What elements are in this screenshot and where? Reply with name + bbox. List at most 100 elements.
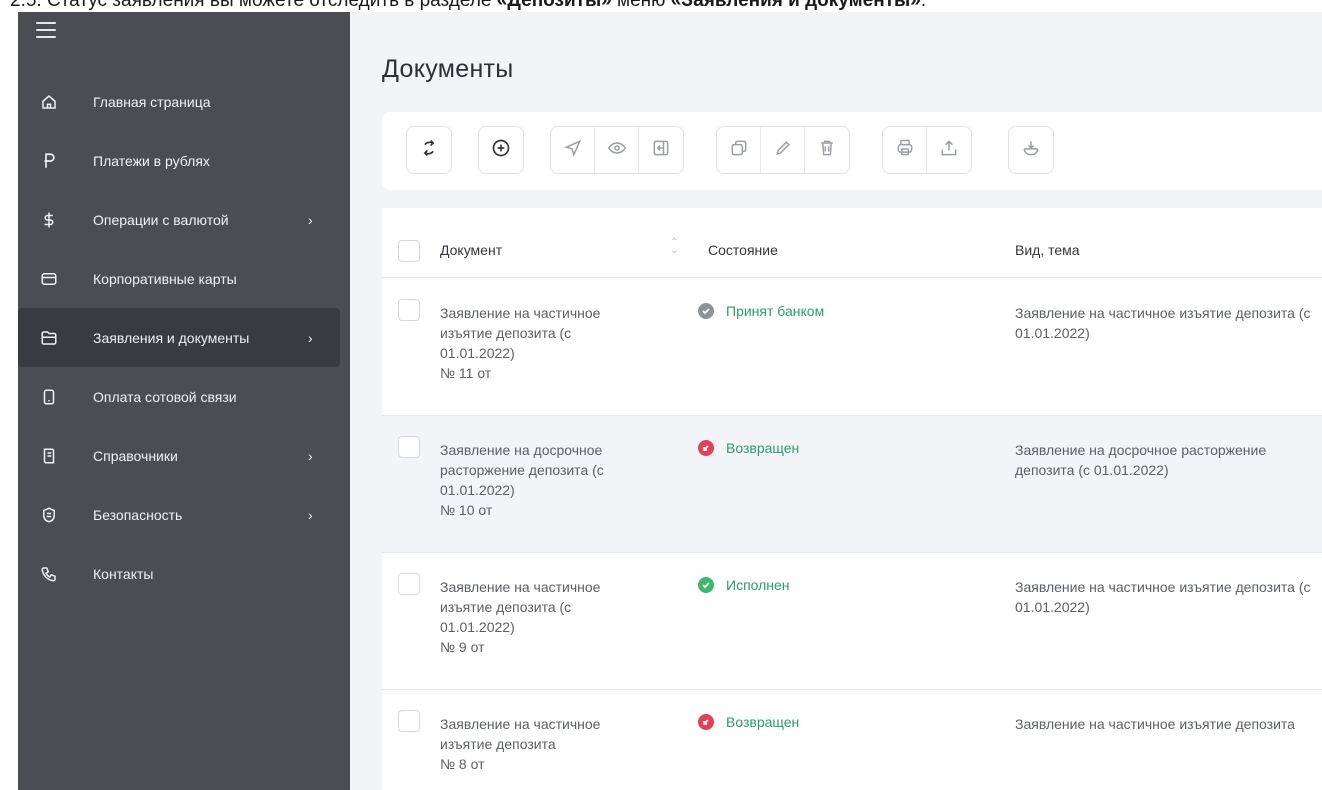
returned-icon <box>698 714 714 730</box>
sidebar-item-directories[interactable]: Справочники › <box>18 426 350 485</box>
document-cell: Заявление на частичное изъятие депозита … <box>440 577 680 657</box>
status-cell: Возвращен <box>698 714 799 730</box>
instruction-menu: «Заявления и документы» <box>671 0 921 10</box>
sidebar-item-contacts[interactable]: Контакты <box>18 544 350 603</box>
table-row[interactable]: Заявление на частичное изъятие депозита … <box>382 690 1322 790</box>
row-checkbox[interactable] <box>398 299 420 321</box>
select-all-checkbox[interactable] <box>398 240 420 262</box>
sidebar-item-currency[interactable]: Операции с валютой › <box>18 190 350 249</box>
table-row[interactable]: Заявление на досрочное расторжение депоз… <box>382 416 1322 553</box>
contact-phone-icon <box>40 565 58 583</box>
sidebar: Главная страница Платежи в рублях Операц… <box>18 12 350 790</box>
status-text: Возвращен <box>726 714 800 730</box>
sort-icon[interactable]: ⌃ ⌄ <box>670 238 678 256</box>
view-button[interactable] <box>595 127 639 173</box>
menu-icon[interactable] <box>36 22 56 40</box>
edit-button[interactable] <box>761 127 805 173</box>
document-line: 01.01.2022) <box>440 345 515 361</box>
add-button[interactable] <box>479 127 523 173</box>
document-number: № 9 от <box>440 639 485 655</box>
chevron-right-icon: › <box>308 211 313 228</box>
status-cell: Возвращен <box>698 440 799 456</box>
table-header: Документ ⌃ ⌄ Состояние Вид, тема <box>382 223 1322 278</box>
print-icon <box>895 138 915 163</box>
instruction-prefix: 2.5. Статус заявления вы можете отследит… <box>10 0 497 10</box>
copy-button[interactable] <box>717 127 761 173</box>
sidebar-item-label: Оплата сотовой связи <box>93 388 237 405</box>
instruction-section: «Депозиты» <box>497 0 612 10</box>
toolbar-group-edit <box>716 126 850 174</box>
home-icon <box>40 93 58 111</box>
shield-icon <box>40 506 58 524</box>
sidebar-item-label: Платежи в рублях <box>93 152 210 169</box>
theme-cell: Заявление на частичное изъятие депозита … <box>1015 579 1311 615</box>
send-button[interactable] <box>551 127 595 173</box>
sidebar-item-mobile-payment[interactable]: Оплата сотовой связи <box>18 367 350 426</box>
document-number: № 10 от <box>440 502 493 518</box>
theme-cell: Заявление на частичное изъятие депозита <box>1015 716 1295 732</box>
folder-icon <box>40 329 58 347</box>
print-button[interactable] <box>883 127 927 173</box>
row-checkbox[interactable] <box>398 710 420 732</box>
refresh-button[interactable] <box>407 127 451 173</box>
table-row[interactable]: Заявление на частичное изъятие депозита … <box>382 279 1322 416</box>
sidebar-item-label: Контакты <box>93 565 154 582</box>
document-line: 01.01.2022) <box>440 619 515 635</box>
row-checkbox[interactable] <box>398 573 420 595</box>
send-icon <box>563 138 583 163</box>
delete-button[interactable] <box>805 127 849 173</box>
instruction-middle: меню <box>612 0 671 10</box>
check-circle-icon <box>698 303 714 319</box>
sidebar-item-home[interactable]: Главная страница <box>18 72 350 131</box>
table-row[interactable]: Заявление на частичное изъятие депозита … <box>382 553 1322 690</box>
chevron-right-icon: › <box>308 447 313 464</box>
status-text: Принят банком <box>726 303 825 319</box>
returned-icon <box>698 440 714 456</box>
document-line: Заявление на частичное <box>440 579 601 595</box>
sidebar-item-label: Безопасность <box>93 506 183 523</box>
document-line: изъятие депозита <box>440 736 556 752</box>
document-cell: Заявление на досрочное расторжение депоз… <box>440 440 680 520</box>
status-cell: Принят банком <box>698 303 824 319</box>
document-number: № 8 от <box>440 756 485 772</box>
export-button[interactable] <box>927 127 971 173</box>
column-header-theme[interactable]: Вид, тема <box>1015 242 1080 258</box>
add-icon <box>491 138 511 163</box>
main-content: Документы Документ ⌃ ⌄ Состояние Вид, те… <box>350 12 1322 790</box>
status-text: Исполнен <box>726 577 790 593</box>
ruble-icon <box>40 152 58 170</box>
documents-table: Документ ⌃ ⌄ Состояние Вид, тема Заявлени… <box>382 208 1322 790</box>
sidebar-item-security[interactable]: Безопасность › <box>18 485 350 544</box>
sidebar-item-applications[interactable]: Заявления и документы › <box>18 308 340 367</box>
toolbar-group-download <box>1008 126 1054 174</box>
toolbar-group-add <box>478 126 524 174</box>
document-line: изъятие депозита (с <box>440 325 572 341</box>
document-line: 01.01.2022) <box>440 482 515 498</box>
toolbar <box>382 112 1322 190</box>
phone-icon <box>40 388 58 406</box>
toolbar-group-refresh <box>406 126 452 174</box>
theme-cell: Заявление на частичное изъятие депозита … <box>1015 305 1311 341</box>
import-button[interactable] <box>639 127 683 173</box>
sidebar-item-label: Главная страница <box>93 93 211 110</box>
column-header-status[interactable]: Состояние <box>708 242 778 258</box>
download-button[interactable] <box>1009 127 1053 173</box>
sidebar-item-label: Корпоративные карты <box>93 270 237 287</box>
row-checkbox[interactable] <box>398 436 420 458</box>
page-title: Документы <box>382 55 514 83</box>
document-line: Заявление на частичное <box>440 305 601 321</box>
document-cell: Заявление на частичное изъятие депозита … <box>440 303 680 383</box>
refresh-icon <box>419 138 439 163</box>
toolbar-group-print <box>882 126 972 174</box>
sidebar-nav: Главная страница Платежи в рублях Операц… <box>18 72 350 603</box>
sidebar-item-ruble-payments[interactable]: Платежи в рублях <box>18 131 350 190</box>
document-line: расторжение депозита (с <box>440 462 604 478</box>
edit-icon <box>773 138 793 163</box>
card-icon <box>40 270 58 288</box>
instruction-suffix: . <box>921 0 926 10</box>
sidebar-item-corporate-cards[interactable]: Корпоративные карты <box>18 249 350 308</box>
column-header-document[interactable]: Документ <box>440 242 502 258</box>
copy-icon <box>729 138 749 163</box>
theme-cell: Заявление на досрочное расторжение депоз… <box>1015 442 1267 478</box>
export-icon <box>939 138 959 163</box>
